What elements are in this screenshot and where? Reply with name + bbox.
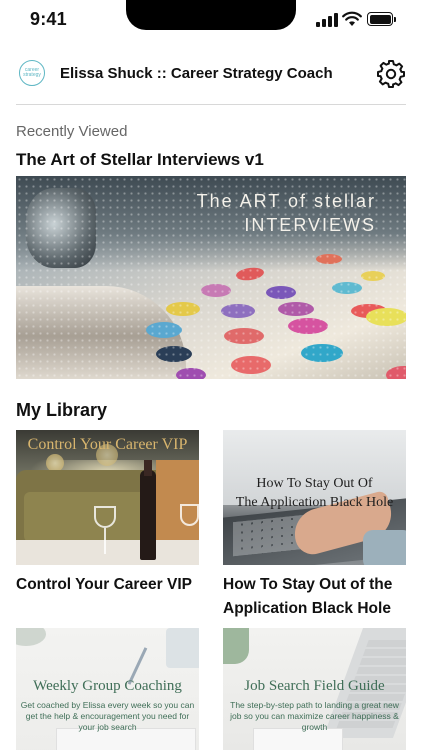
app-header: career strategy Elissa Shuck :: Career St… (16, 52, 406, 98)
thumbnail-subtext: Get coached by Elissa every week so you … (20, 700, 195, 732)
library-item-control-your-career[interactable]: Control Your Career VIP Control Your Car… (16, 430, 199, 597)
status-bar: 9:41 (0, 0, 422, 44)
library-item-weekly-group-coaching[interactable]: Weekly Group Coaching Get coached by Eli… (16, 628, 199, 750)
thumbnail-subtext: The step-by-step path to landing a great… (230, 700, 399, 732)
cellular-signal-icon (316, 13, 338, 27)
library-item-job-search-field-guide[interactable]: Job Search Field Guide The step-by-step … (223, 628, 406, 750)
recently-viewed-label: Recently Viewed (16, 123, 128, 140)
library-item-thumbnail: Job Search Field Guide The step-by-step … (223, 628, 406, 750)
library-item-thumbnail: Control Your Career VIP (16, 430, 199, 565)
brand-logo: career strategy (19, 60, 45, 86)
library-item-application-black-hole[interactable]: How To Stay Out Of The Application Black… (223, 430, 406, 621)
header-title: Elissa Shuck :: Career Strategy Coach (60, 65, 333, 82)
gear-icon[interactable] (376, 59, 406, 89)
library-heading: My Library (16, 400, 108, 420)
thumbnail-text: How To Stay Out Of The Application Black… (235, 476, 394, 510)
thumbnail-text: Weekly Group Coaching (33, 678, 182, 694)
device-notch (126, 0, 296, 30)
thumbnail-text: Job Search Field Guide (244, 678, 385, 694)
battery-icon (367, 12, 396, 26)
recently-viewed-title[interactable]: The Art of Stellar Interviews v1 (16, 150, 264, 170)
library-item-title: How To Stay Out of the Application Black… (223, 576, 393, 617)
library-item-title: Control Your Career VIP (16, 576, 192, 593)
recently-viewed-thumbnail[interactable]: The ART of stellar INTERVIEWS (16, 176, 406, 379)
thumbnail-text: Control Your Career VIP (27, 436, 188, 453)
hero-overlay-text: The ART of stellar INTERVIEWS (196, 191, 376, 235)
library-item-thumbnail: Weekly Group Coaching Get coached by Eli… (16, 628, 199, 750)
library-item-thumbnail: How To Stay Out Of The Application Black… (223, 430, 406, 565)
status-time: 9:41 (30, 9, 67, 29)
wifi-icon (342, 11, 362, 26)
header-divider (16, 104, 406, 105)
